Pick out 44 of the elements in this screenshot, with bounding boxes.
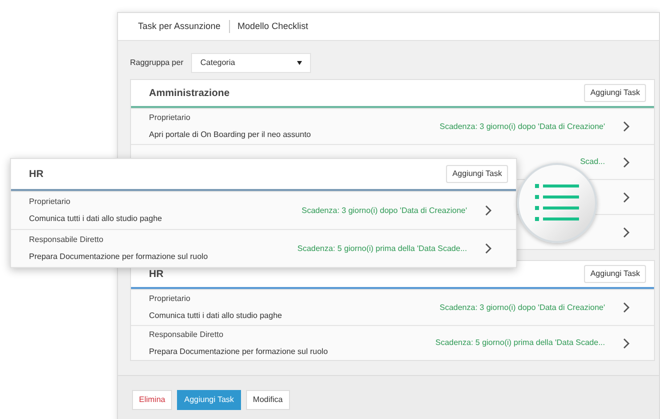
chevron-right-icon (485, 205, 492, 216)
add-task-button[interactable]: Aggiungi Task (446, 165, 508, 183)
chevron-right-icon (623, 156, 630, 168)
chevron-right-icon (623, 226, 630, 238)
task-row[interactable]: Proprietario Apri portale di On Boarding per il neo assunto Scadenza: 3 giorno(i) dopo 'Data di Creazione' (131, 108, 654, 144)
task-row[interactable]: Proprietario Comunica tutti i dati allo studio paghe Scadenza: 3 giorno(i) dopo 'Data di Creazione' (131, 289, 654, 325)
due-date-text: Scadenza: 3 giorno(i) dopo 'Data di Creazione' (302, 204, 467, 216)
task-owner: Proprietario (29, 196, 72, 208)
due-date-text: Scadenza: 5 giorno(i) prima della 'Data Scade... (297, 242, 467, 254)
due-date-text: Scadenza: 3 giorno(i) dopo 'Data di Creazione' (440, 302, 605, 314)
due-date-text: Scadenza: 3 giorno(i) dopo 'Data di Creazione' (440, 120, 605, 132)
chevron-right-icon (485, 243, 492, 254)
task-row[interactable]: Proprietario Comunica tutti i dati allo studio paghe Scadenza: 3 giorno(i) dopo 'Data di Creazione' (11, 191, 516, 229)
due-date-text: Scadenza: 5 giorno(i) prima della 'Data Scade... (435, 337, 605, 349)
chevron-right-icon (623, 338, 630, 348)
due-date-text: Scad... (580, 156, 605, 168)
task-row[interactable]: Responsabile Diretto Prepara Documentazione per formazione sul ruolo Scadenza: 5 giorno(i) prima della 'Data Scade... (11, 229, 516, 267)
group-title: HR (29, 168, 44, 182)
dropdown-value: Categoria (200, 57, 236, 69)
group-by-dropdown[interactable]: Categoria (191, 53, 312, 73)
task-description: Comunica tutti i dati allo studio paghe (149, 310, 283, 322)
task-owner: Proprietario (149, 112, 192, 124)
task-description: Prepara Documentazione per formazione sul ruolo (29, 251, 209, 263)
tab[interactable]: Task per Assunzione (130, 20, 229, 34)
task-owner: Proprietario (149, 293, 192, 305)
list-icon (535, 184, 579, 222)
task-owner: Responsabile Diretto (149, 328, 224, 340)
group-title: HR (149, 268, 164, 282)
chevron-right-icon (623, 302, 630, 313)
add-task-button[interactable]: Aggiungi Task (584, 84, 646, 102)
add-task-button[interactable]: Aggiungi Task (584, 265, 646, 283)
group-by-label: Raggruppa per (130, 57, 184, 69)
task-description: Apri portale di On Boarding per il neo assunto (149, 129, 312, 141)
chevron-right-icon (623, 192, 630, 202)
task-row[interactable]: Responsabile Diretto Prepara Documentazione per formazione sul ruolo Scadenza: 5 giorno(i) prima della 'Data Scade... (131, 325, 654, 360)
task-description: Comunica tutti i dati allo studio paghe (29, 213, 163, 225)
task-owner: Responsabile Diretto (29, 234, 104, 246)
task-description: Prepara Documentazione per formazione sul ruolo (149, 346, 329, 358)
dropdown-caret-icon (297, 61, 302, 65)
tab[interactable]: Modello Checklist (228, 20, 316, 34)
group-title: Amministrazione (149, 86, 230, 100)
footer-button[interactable]: Elimina (132, 390, 172, 410)
chevron-right-icon (623, 121, 630, 132)
footer-button[interactable]: Modifica (246, 390, 290, 410)
